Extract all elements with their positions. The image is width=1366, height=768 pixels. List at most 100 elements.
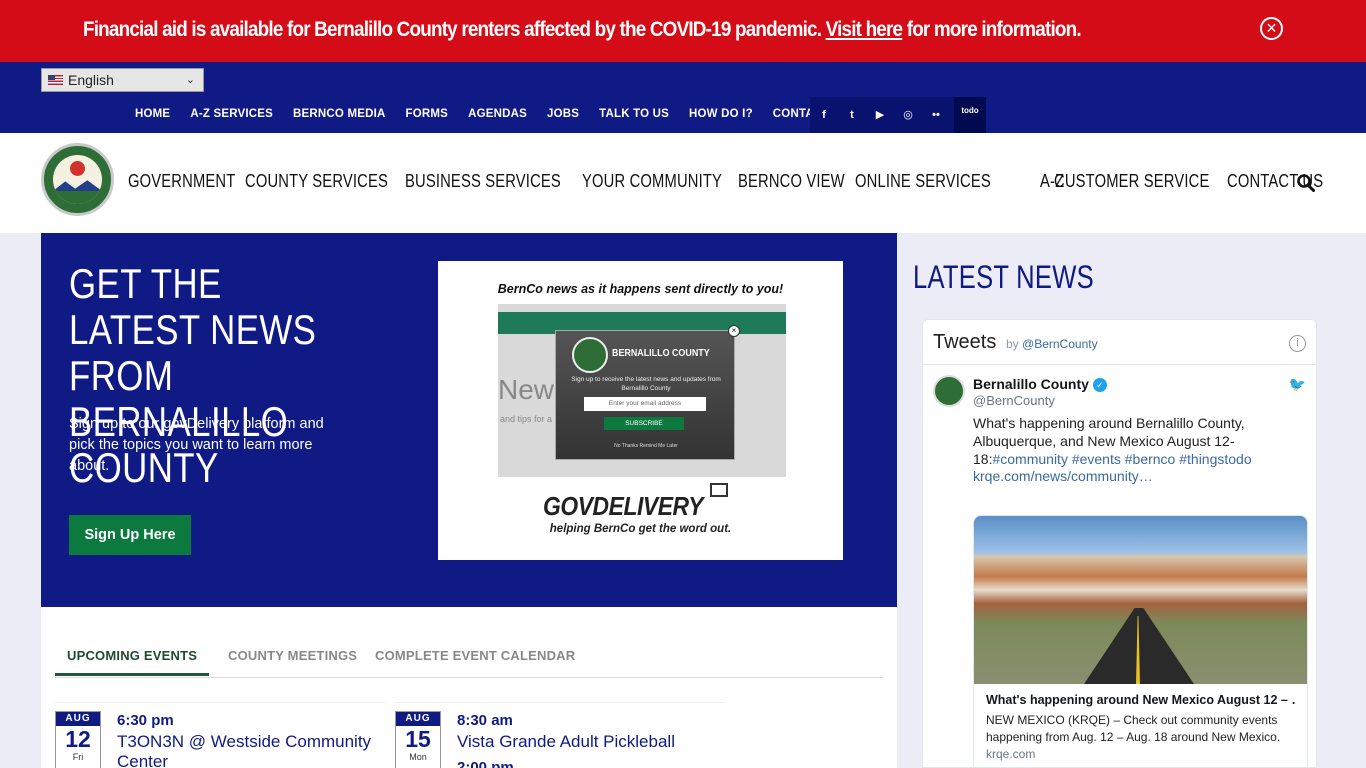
event-time: 8:30 am: [457, 712, 513, 729]
latest-news-heading: LATEST NEWS: [913, 259, 1094, 295]
util-nav-forms[interactable]: FORMS: [406, 108, 449, 120]
twitter-bird-icon[interactable]: 🐦: [1289, 376, 1306, 393]
newsletter-hero: GET THE LATEST NEWS FROM BERNALILLO COUN…: [41, 233, 897, 607]
event-time: 6:30 pm: [117, 712, 174, 729]
popup-seal-icon: [572, 337, 608, 373]
event-title[interactable]: Vista Grande Adult Pickleball: [457, 732, 727, 752]
verified-icon: ✓: [1092, 378, 1107, 392]
county-seal-logo[interactable]: [41, 143, 114, 216]
avatar[interactable]: [933, 375, 965, 407]
tab-complete-event-calendar[interactable]: COMPLETE EVENT CALENDAR: [375, 648, 575, 663]
alert-message: Financial aid is available for Bernalill…: [83, 18, 1082, 42]
mountains-icon: [53, 180, 102, 191]
popup-links: No Thanks Remind Me Later: [614, 443, 678, 449]
event-item[interactable]: AUG 15 Mon 8:30 am Vista Grande Adult Pi…: [395, 702, 725, 768]
util-nav-how-do-i[interactable]: HOW DO I?: [689, 108, 753, 120]
alert-close-button[interactable]: ×: [1260, 17, 1283, 40]
todo-icon[interactable]: todo: [954, 97, 986, 133]
instagram-icon[interactable]: ◎: [894, 97, 922, 133]
event-weekday: Mon: [409, 752, 427, 762]
tweet-text: What's happening around Bernalillo Count…: [973, 414, 1273, 468]
nav-online-services[interactable]: ONLINE SERVICES: [855, 171, 991, 192]
promo-screenshot: New and tips for a BERNALILLO COUNTY Sig…: [498, 304, 786, 477]
govdelivery-promo-image[interactable]: BernCo news as it happens sent directly …: [438, 261, 843, 560]
popup-title: BERNALILLO COUNTY: [612, 347, 710, 359]
events-panel: UPCOMING EVENTS COUNTY MEETINGS COMPLETE…: [41, 607, 897, 768]
event-day: 12: [65, 726, 91, 752]
language-selected: English: [68, 72, 114, 88]
nav-business-services[interactable]: BUSINESS SERVICES: [405, 171, 561, 192]
tweet-link[interactable]: krqe.com/news/community…: [973, 468, 1153, 484]
promo-popup: BERNALILLO COUNTY Sign up to receive the…: [555, 325, 740, 460]
util-nav-jobs[interactable]: JOBS: [547, 108, 579, 120]
facebook-icon[interactable]: f: [810, 97, 838, 133]
tweets-title: Tweets: [933, 331, 997, 353]
tweet-link-card[interactable]: What's happening around New Mexico Augus…: [973, 515, 1308, 767]
twitter-timeline: Tweets by @BernCounty i Bernalillo Count…: [922, 319, 1317, 768]
utility-bar: English ⌄ HOME A-Z SERVICES BERNCO MEDIA…: [0, 62, 1366, 133]
card-url: krqe.com: [986, 747, 1036, 761]
nav-government[interactable]: GOVERNMENT: [128, 171, 235, 192]
event-date: AUG 12 Fri: [55, 711, 101, 768]
tweet-handle[interactable]: @BernCounty: [973, 393, 1055, 408]
zia-sun-icon: [70, 161, 85, 176]
social-links: f t ▶ ◎ •• todo: [810, 97, 986, 133]
card-description: NEW MEXICO (KRQE) – Check out community …: [986, 713, 1281, 744]
tab-county-meetings[interactable]: COUNTY MEETINGS: [228, 648, 357, 663]
event-month: AUG: [396, 712, 440, 726]
events-tabs: UPCOMING EVENTS COUNTY MEETINGS COMPLETE…: [55, 648, 883, 678]
field-icon: [53, 191, 102, 204]
tab-upcoming-events[interactable]: UPCOMING EVENTS: [55, 648, 210, 676]
popup-text: Sign up to receive the latest news and u…: [571, 376, 721, 392]
popup-email-field: Enter your email address: [584, 397, 706, 411]
info-icon[interactable]: i: [1289, 335, 1306, 352]
us-flag-icon: [48, 75, 63, 85]
tweets-by: by @BernCounty: [1006, 337, 1098, 351]
util-nav-az-services[interactable]: A-Z SERVICES: [190, 108, 273, 120]
event-date: AUG 15 Mon: [395, 711, 441, 768]
promo-caption: BernCo news as it happens sent directly …: [497, 282, 784, 296]
right-nav: A-Z CUSTOMER SERVICE CONTACT US: [1040, 171, 1329, 192]
seal-inner: [53, 155, 102, 204]
alert-visit-link[interactable]: Visit here: [826, 18, 903, 41]
popup-close-icon: ×: [728, 325, 740, 337]
event-time-2: 2:00 pm: [457, 759, 514, 768]
chevron-down-icon: ⌄: [185, 74, 195, 86]
envelope-icon: [710, 483, 728, 497]
hero-description: Sign up to our govDelivery platform and …: [69, 416, 324, 474]
event-weekday: Fri: [72, 752, 84, 762]
util-nav-bernco-media[interactable]: BERNCO MEDIA: [293, 108, 386, 120]
sign-up-button[interactable]: Sign Up Here: [69, 515, 191, 555]
main-header: GOVERNMENT COUNTY SERVICES BUSINESS SERV…: [0, 133, 1366, 233]
tweet-author-name: Bernalillo County: [973, 376, 1089, 392]
twitter-icon[interactable]: t: [838, 97, 866, 133]
util-nav-talk-to-us[interactable]: TALK TO US: [599, 108, 669, 120]
event-item[interactable]: AUG 12 Fri 6:30 pm T3ON3N @ Westside Com…: [55, 702, 385, 768]
event-day: 15: [405, 726, 431, 752]
flickr-icon[interactable]: ••: [922, 97, 950, 133]
event-month: AUG: [56, 712, 100, 726]
youtube-icon[interactable]: ▶: [866, 97, 894, 133]
utility-nav: HOME A-Z SERVICES BERNCO MEDIA FORMS AGE…: [135, 108, 869, 120]
search-icon[interactable]: [1297, 174, 1315, 192]
util-nav-home[interactable]: HOME: [135, 108, 170, 120]
covid-alert-banner: Financial aid is available for Bernalill…: [0, 0, 1366, 62]
nav-customer-service[interactable]: CUSTOMER SERVICE: [1054, 171, 1209, 192]
util-nav-agendas[interactable]: AGENDAS: [468, 108, 527, 120]
tweet-author[interactable]: Bernalillo County ✓: [973, 376, 1107, 392]
tweets-by-label: by: [1006, 337, 1019, 351]
govdelivery-logo: GOVDELIVERY: [543, 491, 704, 521]
language-select[interactable]: English ⌄: [41, 68, 204, 92]
promo-ghost-text: New: [498, 374, 555, 405]
main-nav: GOVERNMENT COUNTY SERVICES BUSINESS SERV…: [128, 171, 1006, 192]
alert-text-after: for more information.: [906, 18, 1082, 41]
nav-county-services[interactable]: COUNTY SERVICES: [245, 171, 388, 192]
card-title: What's happening around New Mexico Augus…: [986, 693, 1296, 707]
nav-your-community[interactable]: YOUR COMMUNITY: [582, 171, 722, 192]
tweet-hashtags[interactable]: #community #events #bernco #thingstodo: [992, 451, 1251, 467]
nav-bernco-view[interactable]: BERNCO VIEW: [738, 171, 845, 192]
tweets-handle-link[interactable]: @BernCounty: [1022, 337, 1098, 351]
event-title[interactable]: T3ON3N @ Westside Community Center: [117, 732, 387, 768]
promo-tagline: helping BernCo get the word out.: [549, 523, 732, 535]
promo-ghost-text-2: and tips for a: [500, 414, 553, 424]
